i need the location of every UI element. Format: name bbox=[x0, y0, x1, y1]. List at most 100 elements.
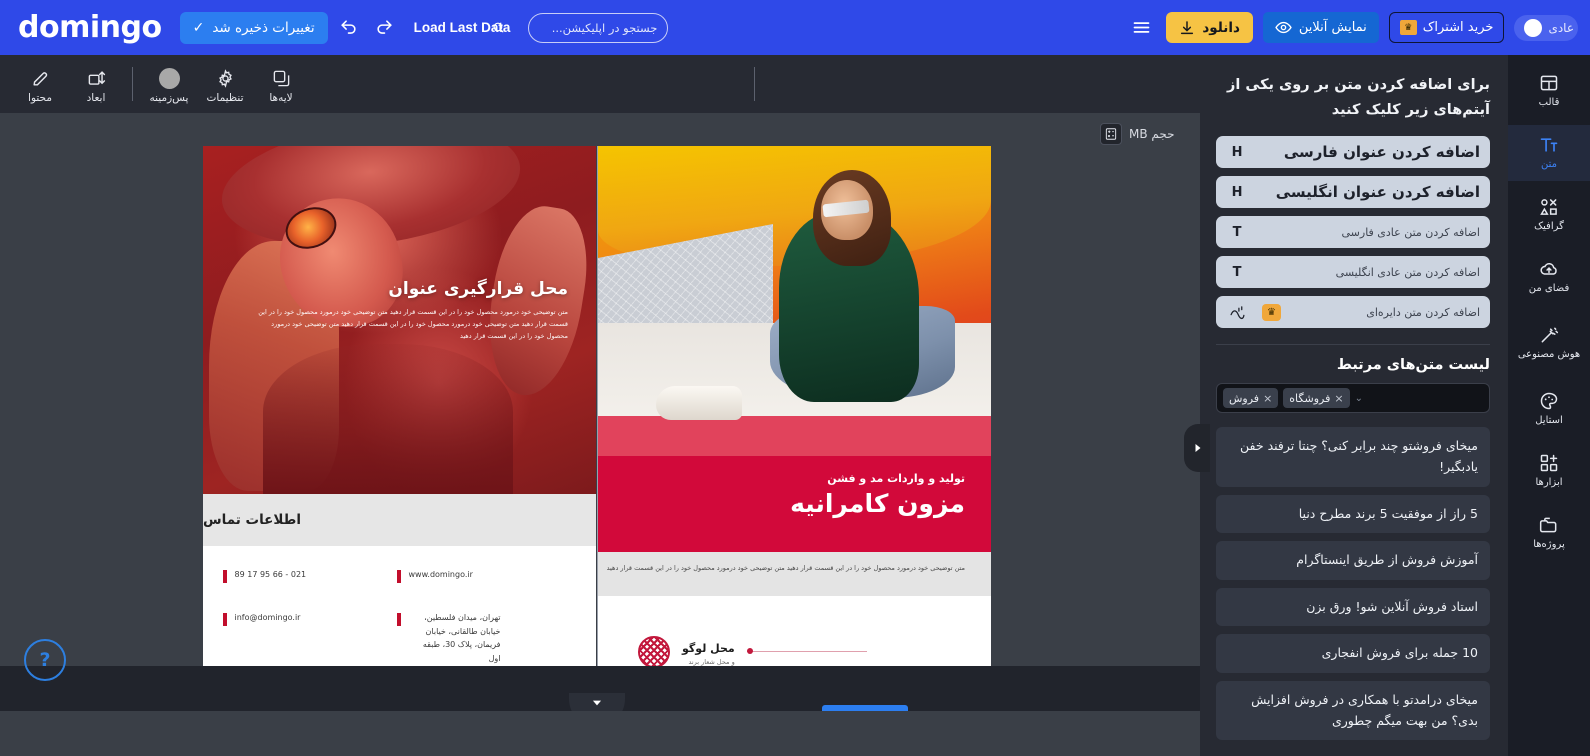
add-english-heading[interactable]: H اضافه کردن عنوان انگلیسی bbox=[1216, 176, 1490, 209]
tool-background[interactable]: پس‌زمینه bbox=[141, 65, 197, 104]
rail-item-ai-label: هوش مصنوعی bbox=[1517, 349, 1581, 361]
tag-label: فروش bbox=[1229, 391, 1260, 405]
mode-toggle-label: عادی bbox=[1548, 20, 1574, 35]
rail-item-template[interactable]: قالب bbox=[1508, 63, 1590, 119]
contact-email: info@domingo.ir bbox=[223, 611, 373, 626]
app-root: domingo تغییرات ذخیره شد ✓ Load Last Dat… bbox=[0, 0, 1590, 756]
tool-settings-label: تنظیمات bbox=[206, 91, 244, 104]
brand-logo-icon bbox=[638, 635, 670, 668]
tag-label: فروشگاه bbox=[1289, 391, 1331, 405]
tool-content-label: محتوا bbox=[28, 91, 52, 104]
contact-website-value: www.domingo.ir bbox=[408, 570, 473, 579]
panel-separator bbox=[1216, 344, 1490, 346]
add-english-heading-label: اضافه کردن عنوان انگلیسی bbox=[1275, 183, 1480, 202]
curve-text-icon bbox=[1226, 304, 1248, 321]
heading-icon: H bbox=[1231, 144, 1243, 160]
tag-chip[interactable]: فروشگاه × bbox=[1283, 388, 1350, 409]
add-persian-heading[interactable]: H اضافه کردن عنوان فارسی bbox=[1216, 136, 1490, 169]
circle-icon bbox=[158, 68, 180, 89]
panel-collapse-handle[interactable] bbox=[1184, 424, 1210, 472]
chevron-down-icon[interactable]: ⌄ bbox=[1355, 393, 1363, 404]
list-item[interactable]: میخای فروشتو چند برابر کنی؟ چنتا ترفند خ… bbox=[1216, 427, 1490, 487]
panel-hint: برای اضافه کردن متن بر روی یکی از آیتم‌ه… bbox=[1227, 77, 1490, 118]
palette-icon bbox=[1539, 390, 1559, 412]
undo-icon[interactable] bbox=[334, 13, 364, 43]
rail-item-template-label: قالب bbox=[1538, 97, 1560, 109]
banner-description: متن توضیحی خود درمورد محصول خود را در ای… bbox=[598, 552, 991, 596]
add-circular-text-label: اضافه کردن متن دایره‌ای bbox=[1366, 305, 1480, 319]
graphics-icon bbox=[1539, 196, 1559, 218]
rail-item-my-space-label: فضای من bbox=[1528, 283, 1570, 295]
editor-toolbar: محتوا ابعاد پس‌زمینه تنظیمات bbox=[0, 55, 1200, 113]
add-persian-heading-label: اضافه کردن عنوان فارسی bbox=[1283, 143, 1480, 162]
search-input[interactable] bbox=[511, 20, 658, 35]
tool-content[interactable]: محتوا bbox=[12, 65, 68, 104]
canvas-area[interactable]: حجم MB تولید و واردات مد و فشن مزون کامر… bbox=[0, 113, 1200, 711]
mode-toggle[interactable]: عادی bbox=[1514, 14, 1578, 41]
rail-item-tools-label: ابزارها bbox=[1535, 477, 1563, 489]
hero-title: محل قرارگیری عنوان bbox=[388, 279, 568, 299]
app-logo[interactable]: domingo bbox=[18, 10, 162, 45]
contact-phone-value: 021 - 66 95 17 89 bbox=[234, 570, 307, 579]
hero-photo-left: محل قرارگیری عنوان متن توضیحی خود درمورد… bbox=[203, 146, 596, 494]
bullet-bar-icon bbox=[397, 570, 401, 583]
add-circular-text[interactable]: ♛ اضافه کردن متن دایره‌ای bbox=[1216, 296, 1490, 329]
text-icon: T bbox=[1232, 264, 1242, 280]
add-persian-body-text[interactable]: T اضافه کردن متن عادی فارسی bbox=[1216, 216, 1490, 249]
rail-item-style-label: استایل bbox=[1535, 415, 1563, 427]
saved-status-pill: تغییرات ذخیره شد ✓ bbox=[179, 11, 328, 44]
calculator-icon bbox=[1100, 123, 1122, 145]
contact-column-2: www.domingo.ir تهران، میدان فلسطین، خیاب… bbox=[397, 568, 547, 665]
tool-layers[interactable]: لایه‌ها bbox=[253, 65, 309, 104]
design-page-left[interactable]: محل قرارگیری عنوان متن توضیحی خود درمورد… bbox=[203, 146, 596, 707]
page-divider bbox=[596, 146, 598, 711]
rail-item-text[interactable]: متن bbox=[1508, 125, 1590, 181]
search-icon bbox=[492, 21, 505, 34]
crown-icon: ♛ bbox=[1399, 20, 1417, 35]
redo-icon[interactable] bbox=[370, 13, 400, 43]
bottom-progress-strip[interactable] bbox=[822, 705, 908, 711]
download-icon bbox=[1181, 20, 1194, 34]
list-item[interactable]: آموزش فروش از طریق اینستاگرام bbox=[1216, 541, 1490, 580]
tool-settings[interactable]: تنظیمات bbox=[197, 65, 253, 104]
online-preview-button[interactable]: نمایش آنلاین bbox=[1262, 12, 1379, 43]
tag-chip[interactable]: فروش × bbox=[1223, 388, 1279, 409]
download-button[interactable]: دانلود bbox=[1166, 12, 1253, 43]
tool-dimensions-label: ابعاد bbox=[86, 91, 106, 104]
logo-divider-line bbox=[746, 648, 867, 654]
buy-subscription-button[interactable]: خرید اشتراک ♛ bbox=[1388, 12, 1505, 43]
search-box[interactable] bbox=[493, 12, 669, 43]
top-bar-actions: دانلود نمایش آنلاین خرید اشتراک ♛ عادی bbox=[1122, 12, 1590, 43]
contact-address-value: تهران، میدان فلسطین، خیابان طالقانی، خیا… bbox=[422, 613, 501, 663]
expand-pages-tab[interactable] bbox=[569, 693, 625, 711]
check-icon: ✓ bbox=[192, 19, 205, 36]
design-page-right[interactable]: تولید و واردات مد و فشن مزون کامرانیه مت… bbox=[598, 146, 991, 707]
tag-filter-input[interactable]: فروش × فروشگاه × ⌄ bbox=[1216, 383, 1490, 414]
bullet-bar-icon bbox=[223, 613, 227, 626]
eye-icon bbox=[1275, 21, 1292, 34]
list-item[interactable]: 5 راز از موفقیت 5 برند مطرح دنیا bbox=[1216, 494, 1490, 534]
magic-wand-icon bbox=[1539, 324, 1559, 346]
rail-item-tools[interactable]: ابزارها bbox=[1508, 443, 1590, 499]
rail-item-projects[interactable]: پروژه‌ها bbox=[1508, 505, 1590, 561]
rail-item-my-space[interactable]: فضای من bbox=[1508, 249, 1590, 305]
list-item[interactable]: میخای درامدتو با همکاری در فروش افزایش ب… bbox=[1216, 681, 1490, 741]
rail-item-style[interactable]: استایل bbox=[1508, 381, 1590, 437]
contact-header-label: اطلاعات تماس bbox=[203, 512, 301, 528]
logo-subtitle: و محل شعار برند bbox=[688, 658, 735, 666]
list-item[interactable]: 10 جمله برای فروش انفجاری bbox=[1216, 634, 1490, 674]
help-button[interactable]: ? bbox=[24, 639, 66, 681]
rail-item-graphics[interactable]: گرافیک bbox=[1508, 187, 1590, 243]
bullet-bar-icon bbox=[397, 613, 401, 626]
add-english-body-text[interactable]: T اضافه کردن متن عادی انگلیسی bbox=[1216, 256, 1490, 289]
close-icon[interactable]: × bbox=[1263, 392, 1272, 405]
banner-title: مزون کامرانیه bbox=[790, 489, 965, 518]
size-badge[interactable]: حجم MB bbox=[1100, 123, 1175, 145]
hamburger-icon[interactable] bbox=[1126, 13, 1156, 43]
heading-icon: H bbox=[1231, 184, 1243, 200]
tools-grid-icon bbox=[1539, 452, 1559, 474]
list-item[interactable]: استاد فروش آنلاین شو! ورق بزن bbox=[1216, 587, 1490, 627]
close-icon[interactable]: × bbox=[1334, 392, 1343, 405]
rail-item-ai[interactable]: هوش مصنوعی bbox=[1508, 311, 1590, 375]
tool-dimensions[interactable]: ابعاد bbox=[68, 65, 124, 104]
